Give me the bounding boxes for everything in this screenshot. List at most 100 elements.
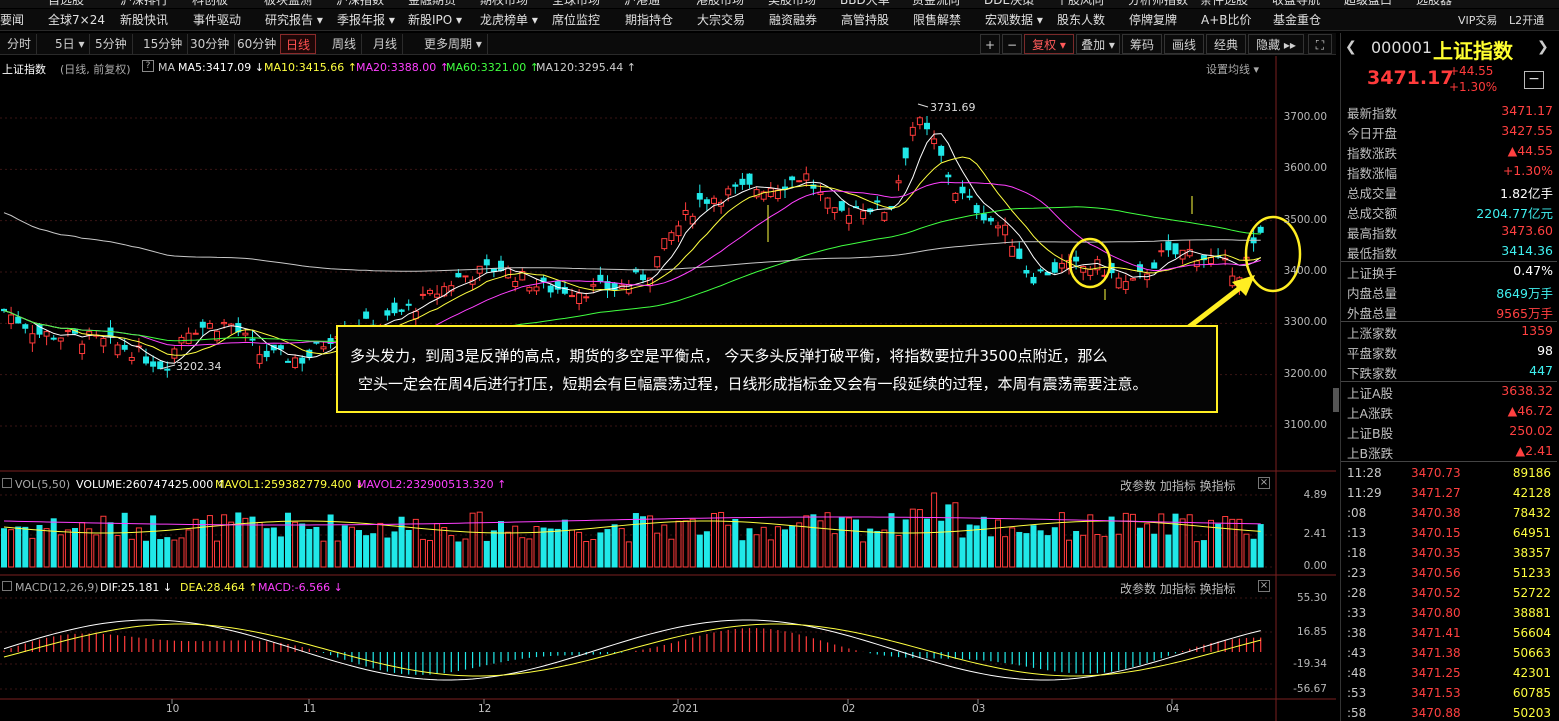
candle-body — [675, 225, 682, 237]
ma-toggle-icon[interactable]: ? — [142, 60, 154, 72]
top-menu-partial-item[interactable]: 沪港通 — [624, 0, 660, 8]
top-menu-item[interactable]: 基金重仓 — [1273, 11, 1321, 28]
toolbar-huaxian-button[interactable]: 画线 — [1164, 34, 1204, 54]
volume-bar — [441, 527, 448, 568]
period-tab[interactable]: 更多周期 ▾ — [419, 34, 488, 54]
toolbar-plus-button[interactable]: + — [980, 34, 1000, 54]
fullscreen-icon[interactable]: ⛶ — [1308, 34, 1332, 54]
vip-trade-link[interactable]: VIP交易 — [1458, 12, 1497, 28]
top-menu-item[interactable]: 期指持仓 — [625, 11, 673, 28]
vol-toggle-icon[interactable] — [2, 478, 12, 488]
volume-bar — [632, 513, 639, 568]
volume-bar — [22, 526, 29, 568]
macd-tools[interactable]: 改参数 加指标 换指标 — [1120, 580, 1236, 597]
volume-bar — [824, 512, 831, 568]
period-tab[interactable]: 30分钟 — [185, 34, 236, 54]
panel-splitter-handle[interactable] — [1333, 388, 1339, 412]
tick-volume: 50203 — [1512, 706, 1551, 720]
top-menu-item[interactable]: 新股快讯 — [120, 11, 168, 28]
top-menu-partial-item[interactable]: 资金流向 — [912, 0, 960, 8]
top-menu-item[interactable]: 大宗交易 — [697, 11, 745, 28]
top-menu-item[interactable]: 宏观数据 ▾ — [985, 11, 1043, 28]
top-menu-item[interactable]: 股东人数 — [1057, 11, 1105, 28]
macd-toggle-icon[interactable] — [2, 581, 12, 591]
period-tab[interactable]: 分时 — [2, 34, 38, 54]
stat-label: 上证换手 — [1347, 266, 1398, 281]
candle-body — [1208, 257, 1214, 265]
volume-bar — [214, 540, 220, 568]
top-menu-partial-item[interactable]: 收盘导航 — [1272, 0, 1320, 8]
top-menu-partial-item[interactable]: 美股市场 — [768, 0, 816, 8]
candle-body — [711, 197, 717, 204]
collapse-button[interactable]: − — [1524, 71, 1544, 89]
top-menu-partial-item[interactable]: 条件选股 — [1200, 0, 1248, 8]
top-menu-partial-item[interactable]: 沪深指数 — [336, 0, 384, 8]
candle-body — [895, 180, 902, 184]
top-menu-item[interactable]: 季报年报 ▾ — [337, 11, 395, 28]
top-menu-item[interactable]: 新股IPO ▾ — [408, 11, 462, 28]
top-menu-item[interactable]: 停牌复牌 — [1129, 11, 1177, 28]
top-menu-item[interactable]: A+B比价 — [1201, 11, 1252, 28]
toolbar-hide-button[interactable]: 隐藏 ▸▸ — [1248, 34, 1304, 54]
top-menu-item[interactable]: 研究报告 ▾ — [265, 11, 323, 28]
top-menu-partial-item[interactable]: 科创板 — [192, 0, 228, 8]
candle-body — [725, 188, 732, 196]
top-menu-item[interactable]: 席位监控 — [552, 11, 600, 28]
stat-row: 今日开盘 3427.55 — [1347, 123, 1553, 143]
vol-mavol2: MAVOL2:232900513.320 ↑ — [357, 478, 507, 491]
toolbar-minus-button[interactable]: − — [1002, 34, 1022, 54]
candle-body — [434, 293, 441, 298]
volume-bar — [448, 535, 455, 568]
top-menu-partial-item[interactable]: 金融期货 — [408, 0, 456, 8]
top-menu-item[interactable]: 限售解禁 — [913, 11, 961, 28]
toolbar-fuquan-button[interactable]: 复权 ▾ — [1024, 34, 1074, 54]
top-menu-partial-item[interactable]: DDE决策 — [984, 0, 1034, 8]
tick-price: 3470.56 — [1411, 566, 1461, 580]
top-menu-partial-item[interactable]: BBD大单 — [840, 0, 890, 8]
top-menu-partial-item[interactable]: 全球市场 — [552, 0, 600, 8]
top-menu-partial-item[interactable]: 超级盘口 — [1344, 0, 1392, 8]
top-menu-item[interactable]: 全球7×24 — [48, 11, 105, 28]
l2-open-link[interactable]: L2开通 — [1509, 12, 1544, 28]
period-tab[interactable]: 15分钟 — [138, 34, 189, 54]
panel-prev-icon[interactable]: ❮ — [1345, 39, 1357, 55]
period-tab[interactable]: 60分钟 — [232, 34, 283, 54]
vol-tools[interactable]: 改参数 加指标 换指标 — [1120, 477, 1236, 494]
period-tab[interactable]: 周线 — [327, 34, 363, 54]
candle-body — [1158, 250, 1165, 253]
top-menu-partial-item[interactable]: 港股市场 — [696, 0, 744, 8]
candle-body — [789, 176, 796, 181]
top-menu-partial-item[interactable]: 沪深排行 — [120, 0, 168, 8]
top-menu-item[interactable]: 融资融券 — [769, 11, 817, 28]
toolbar-overlay-button[interactable]: 叠加 ▾ — [1076, 34, 1120, 54]
candle-body — [427, 289, 433, 295]
tick-time: :58 — [1347, 706, 1367, 720]
period-tab[interactable]: 日线 — [280, 34, 317, 54]
top-menu-item[interactable]: 高管持股 — [841, 11, 889, 28]
period-tab[interactable]: 月线 — [368, 34, 404, 54]
vol-close-icon[interactable]: × — [1258, 477, 1270, 489]
top-menu-partial-item[interactable]: 板块监测 — [264, 0, 312, 8]
candle-body — [43, 331, 50, 337]
top-menu-partial-item[interactable]: 个股风向 — [1056, 0, 1104, 8]
top-menu-partial-item[interactable]: 分析师指数 — [1128, 0, 1188, 8]
macd-close-icon[interactable]: × — [1258, 580, 1270, 592]
candle-body — [1023, 270, 1030, 274]
top-menu-item[interactable]: 事件驱动 — [193, 11, 241, 28]
candle-body — [938, 145, 945, 156]
toolbar-chouma-button[interactable]: 筹码 — [1122, 34, 1162, 54]
candle-body — [640, 274, 646, 281]
top-menu-item[interactable]: 要闻 — [0, 11, 24, 28]
volume-bar — [469, 512, 476, 568]
volume-bar — [341, 525, 348, 568]
top-menu-partial-item[interactable]: 期权市场 — [480, 0, 528, 8]
ma-settings-button[interactable]: 设置均线 ▾ — [1206, 61, 1259, 77]
panel-next-icon[interactable]: ❯ — [1537, 39, 1549, 55]
top-menu-item[interactable]: 龙虎榜单 ▾ — [480, 11, 538, 28]
top-menu-partial-item[interactable]: 选股器 — [1416, 0, 1452, 8]
period-tab[interactable]: 5分钟 — [90, 34, 133, 54]
top-menu-partial-item[interactable]: 自选股 — [48, 0, 84, 8]
period-tab[interactable]: 5日 ▾ — [50, 34, 91, 54]
toolbar-jingdian-button[interactable]: 经典 — [1206, 34, 1246, 54]
candle-body — [1, 308, 7, 312]
